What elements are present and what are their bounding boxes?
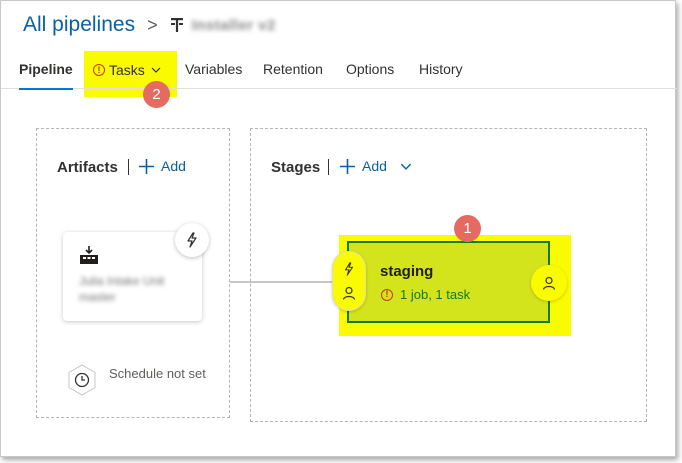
breadcrumb: All pipelines > Installer v2 bbox=[23, 9, 276, 41]
pre-deployment-conditions[interactable] bbox=[332, 251, 366, 311]
plus-icon bbox=[139, 158, 154, 174]
pipeline-icon bbox=[170, 18, 183, 32]
schedule-trigger-button[interactable] bbox=[66, 364, 98, 396]
editor-window: All pipelines > Installer v2 Pipeline ! … bbox=[0, 0, 677, 457]
tab-history[interactable]: History bbox=[419, 51, 463, 89]
lightning-icon bbox=[187, 232, 197, 248]
pipeline-name[interactable]: Installer v2 bbox=[192, 17, 276, 34]
callout-badge-1: 1 bbox=[454, 215, 481, 242]
tab-pipeline[interactable]: Pipeline bbox=[19, 51, 73, 90]
post-deployment-approvals[interactable] bbox=[531, 265, 567, 301]
build-artifact-icon bbox=[80, 246, 98, 264]
schedule-label: Schedule not set bbox=[109, 366, 206, 381]
add-stage-button[interactable]: Add bbox=[340, 158, 412, 174]
artifacts-title: Artifacts bbox=[57, 159, 118, 176]
chevron-down-icon bbox=[151, 67, 161, 73]
warning-icon: ! bbox=[381, 288, 393, 301]
title-divider bbox=[328, 159, 329, 175]
stage-name[interactable]: staging bbox=[380, 263, 433, 280]
stage-status[interactable]: ! 1 job, 1 task bbox=[381, 287, 470, 302]
add-artifact-label: Add bbox=[161, 158, 186, 174]
lightning-icon bbox=[344, 262, 354, 276]
title-divider bbox=[128, 159, 129, 175]
tab-options[interactable]: Options bbox=[346, 51, 394, 89]
breadcrumb-all-pipelines[interactable]: All pipelines bbox=[23, 13, 135, 37]
artifact-source: Julia Intake Unit bbox=[79, 274, 165, 288]
artifact-branch: master bbox=[79, 290, 116, 304]
continuous-deployment-trigger[interactable] bbox=[175, 223, 209, 257]
add-stage-label: Add bbox=[362, 158, 387, 174]
stages-title: Stages bbox=[271, 159, 321, 176]
tab-tasks-label: Tasks bbox=[109, 62, 145, 78]
add-artifact-button[interactable]: Add bbox=[139, 158, 186, 174]
tab-variables[interactable]: Variables bbox=[185, 51, 242, 89]
stage-card-staging[interactable] bbox=[347, 241, 550, 323]
tab-bar: Pipeline ! Tasks Variables Retention Opt… bbox=[1, 51, 677, 90]
callout-badge-2: 2 bbox=[143, 81, 170, 108]
breadcrumb-separator: > bbox=[147, 14, 158, 35]
person-icon bbox=[542, 276, 556, 290]
chevron-down-icon[interactable] bbox=[400, 163, 412, 170]
tab-retention[interactable]: Retention bbox=[263, 51, 323, 89]
stage-status-label: 1 job, 1 task bbox=[400, 287, 471, 302]
warning-icon: ! bbox=[93, 64, 105, 76]
plus-icon bbox=[340, 158, 355, 174]
person-icon bbox=[342, 286, 356, 300]
